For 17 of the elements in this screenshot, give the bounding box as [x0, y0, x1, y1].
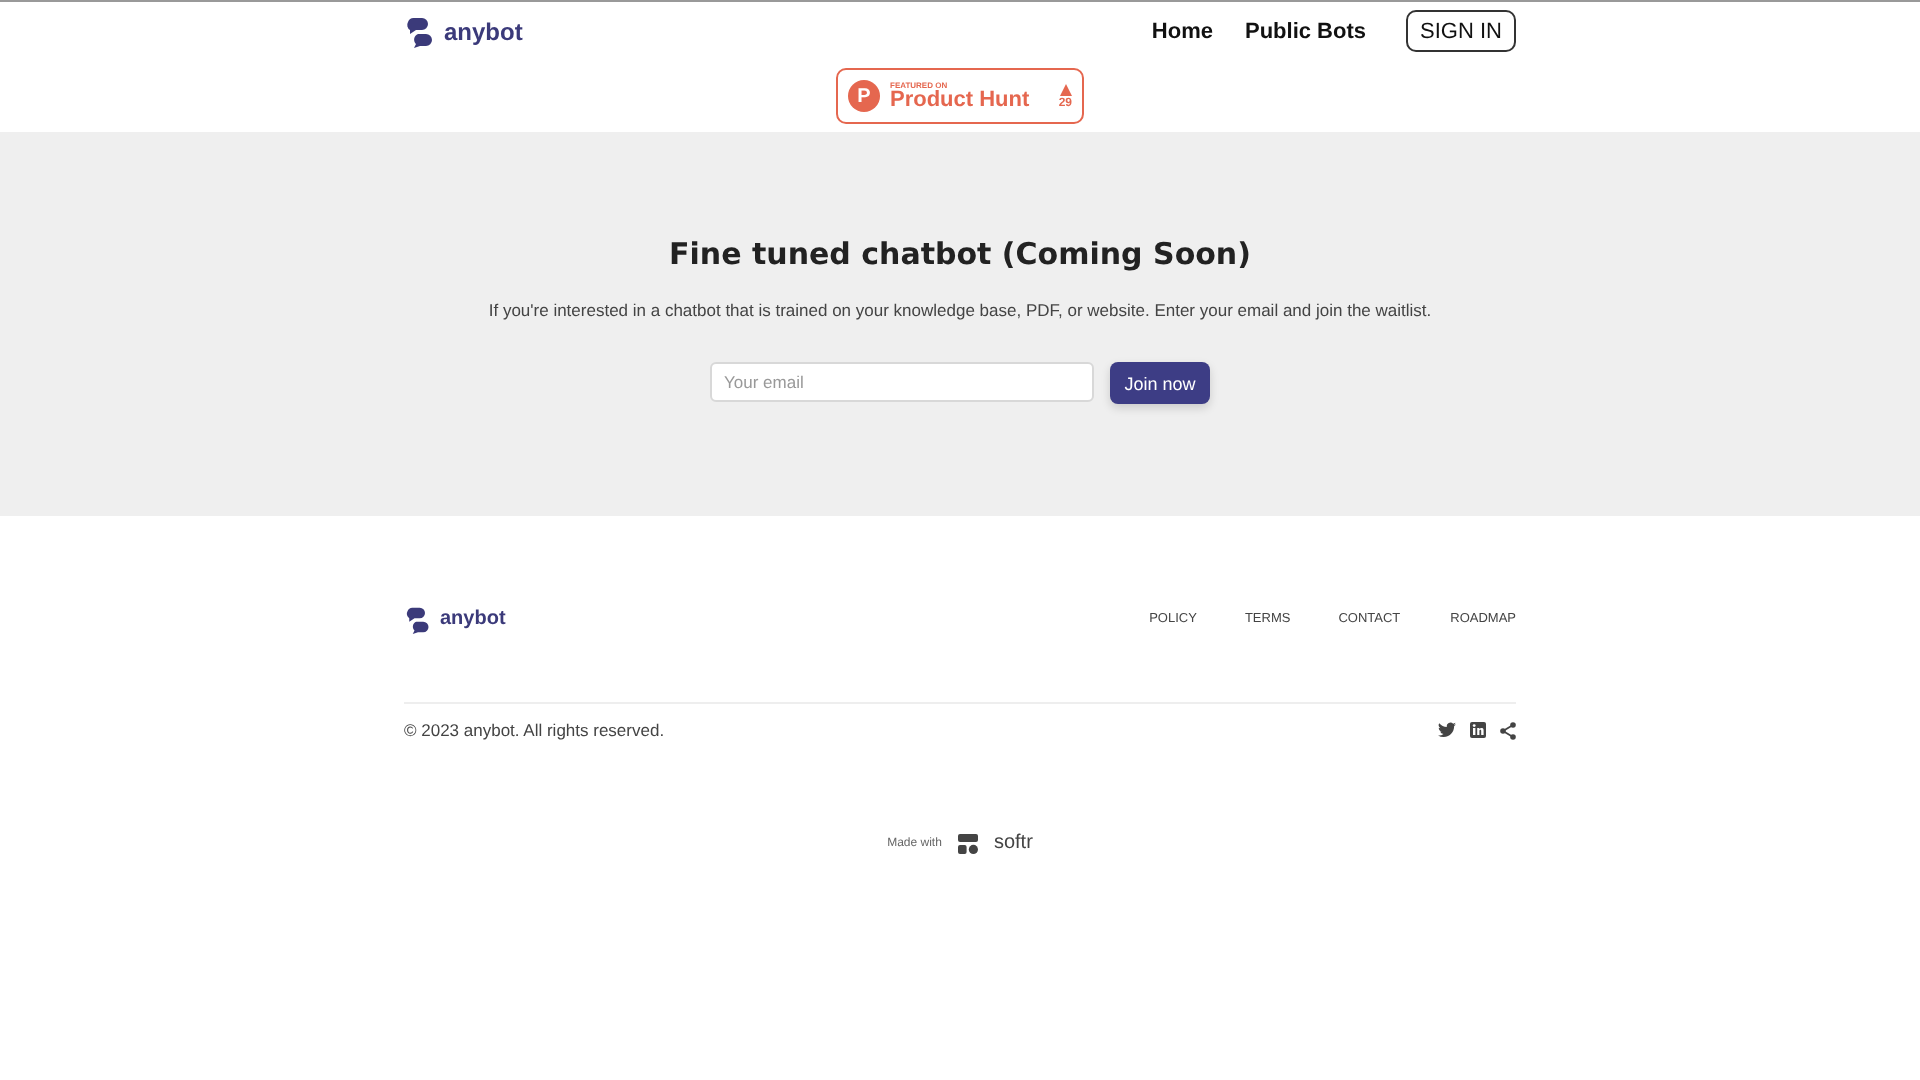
copyright-text: © 2023 anybot. All rights reserved.	[404, 720, 665, 740]
logo-icon	[404, 15, 436, 47]
nav-link[interactable]: Public Bots	[1244, 19, 1366, 43]
nav-link[interactable]: Home	[1151, 19, 1213, 43]
logo-text[interactable]: anybot	[444, 17, 523, 45]
join-button[interactable]: Join now	[1110, 362, 1210, 404]
linkedin-icon[interactable]	[1470, 722, 1486, 738]
hero-description: If you're interested in a chatbot that is trained on your knowledge base, PDF, or website. Enter your email and join the waitlist.	[488, 300, 1432, 320]
logo-icon	[404, 605, 432, 633]
sign-in-button[interactable]: SIGN IN	[1406, 10, 1516, 52]
softr-brand-text[interactable]: softr	[993, 832, 1033, 854]
hero-title: Fine tuned chatbot (Coming Soon)	[669, 236, 1251, 272]
email-field[interactable]: Your email	[710, 362, 1094, 402]
footer-logo-text[interactable]: anybot	[440, 608, 506, 630]
share-icon[interactable]	[1500, 721, 1516, 739]
softr-logo-icon[interactable]	[957, 833, 978, 853]
twitter-icon[interactable]	[1438, 722, 1456, 738]
